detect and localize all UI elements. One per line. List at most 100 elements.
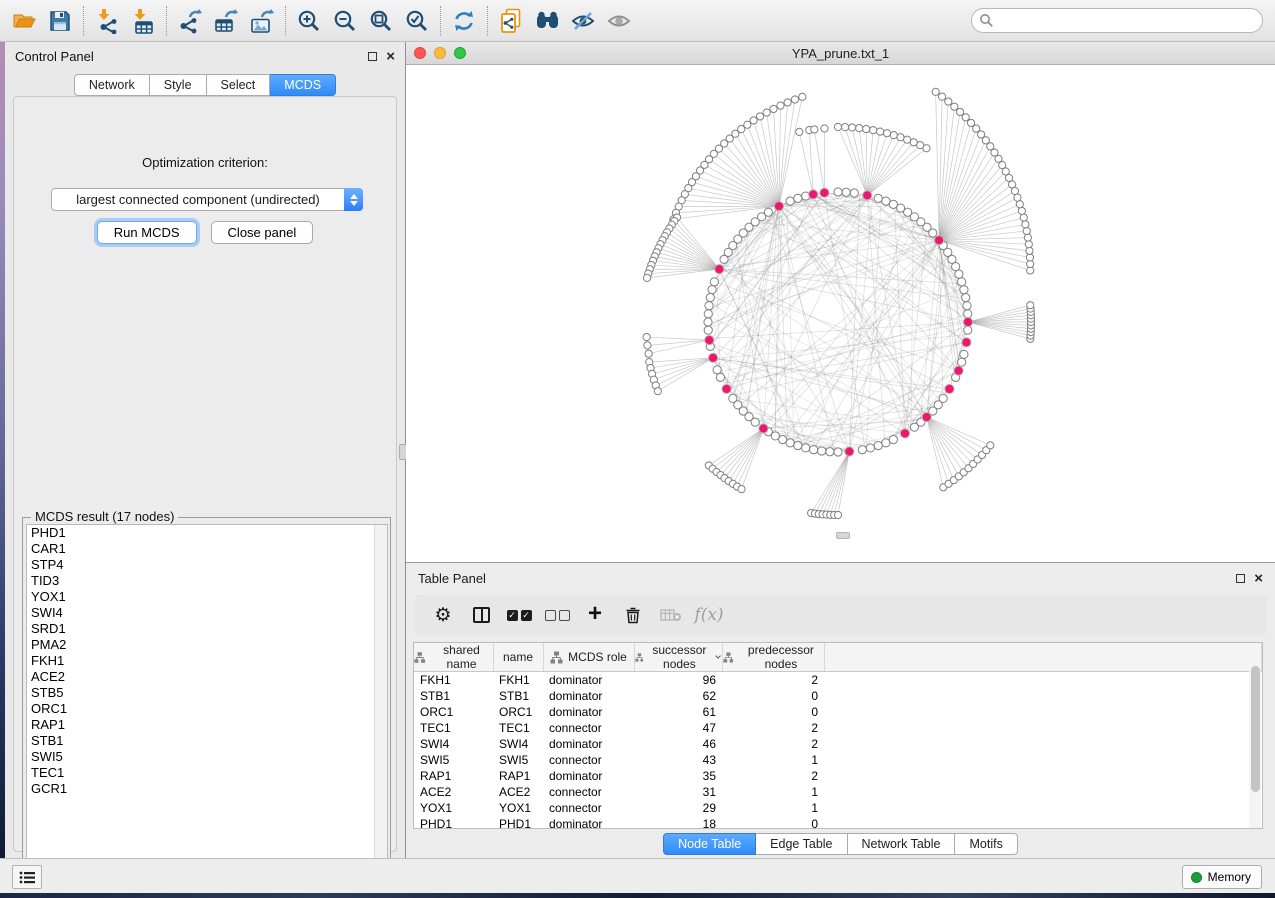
table-cell[interactable]: ACE2 (414, 784, 493, 800)
run-mcds-button[interactable]: Run MCDS (97, 221, 197, 244)
column-header-mcds-role[interactable]: MCDS role (543, 643, 634, 672)
zoom-out-button[interactable] (327, 4, 363, 38)
table-cell[interactable]: connector (543, 784, 634, 800)
table-cell[interactable]: ORC1 (414, 704, 493, 720)
table-cell[interactable]: 2 (722, 720, 824, 736)
leaf-node[interactable] (849, 124, 856, 131)
mcds-result-item[interactable]: PMA2 (27, 637, 387, 653)
tab-motifs[interactable]: Motifs (955, 833, 1017, 855)
network-node[interactable] (818, 447, 826, 455)
mcds-result-item[interactable]: SRD1 (27, 621, 387, 637)
zoom-fit-button[interactable] (363, 4, 399, 38)
table-row[interactable]: ORC1ORC1dominator610 (414, 704, 1262, 720)
mcds-node[interactable] (715, 265, 724, 274)
network-node[interactable] (786, 197, 794, 205)
table-row[interactable]: FKH1FKH1dominator962 (414, 672, 1262, 688)
select-all-rows-button[interactable]: ✓✓ (504, 600, 534, 630)
mcds-result-item[interactable]: STP4 (27, 557, 387, 573)
mcds-result-item[interactable]: ACE2 (27, 669, 387, 685)
table-row[interactable]: SWI5SWI5connector431 (414, 752, 1262, 768)
tab-edge-table[interactable]: Edge Table (756, 833, 847, 855)
tab-network[interactable]: Network (74, 74, 150, 96)
mcds-node[interactable] (900, 429, 909, 438)
network-node[interactable] (874, 442, 882, 450)
table-row[interactable]: PHD1PHD1dominator180 (414, 816, 1262, 830)
network-node[interactable] (889, 436, 897, 444)
table-cell[interactable]: 1 (722, 784, 824, 800)
network-node[interactable] (960, 350, 968, 358)
network-node[interactable] (955, 270, 963, 278)
leaf-node[interactable] (1024, 234, 1031, 241)
table-row[interactable]: RAP1RAP1dominator352 (414, 768, 1262, 784)
network-node[interactable] (708, 286, 716, 294)
table-cell[interactable]: 47 (634, 720, 722, 736)
mcds-result-item[interactable]: TID3 (27, 573, 387, 589)
import-network-button[interactable] (89, 4, 125, 38)
network-node[interactable] (720, 255, 728, 263)
table-cell[interactable]: 31 (634, 784, 722, 800)
mcds-result-item[interactable]: CAR1 (27, 541, 387, 557)
float-panel-icon[interactable] (368, 52, 377, 61)
binoculars-search-button[interactable] (529, 4, 565, 38)
network-node[interactable] (704, 310, 712, 318)
network-node[interactable] (779, 436, 787, 444)
leaf-node[interactable] (987, 442, 994, 449)
leaf-node[interactable] (890, 132, 897, 139)
network-node[interactable] (889, 200, 897, 208)
save-session-button[interactable] (42, 4, 78, 38)
mcds-result-item[interactable]: SWI4 (27, 605, 387, 621)
tab-node-table[interactable]: Node Table (663, 833, 756, 855)
table-cell[interactable]: 43 (634, 752, 722, 768)
mcds-result-item[interactable]: SWI5 (27, 749, 387, 765)
leaf-node[interactable] (777, 102, 784, 109)
table-cell[interactable]: dominator (543, 768, 634, 784)
mcds-node[interactable] (863, 191, 872, 200)
export-network-button[interactable] (172, 4, 208, 38)
zoom-in-button[interactable] (291, 4, 327, 38)
network-node[interactable] (713, 366, 721, 374)
leaf-node[interactable] (1025, 241, 1032, 248)
tab-network-table[interactable]: Network Table (848, 833, 956, 855)
leaf-node[interactable] (821, 125, 828, 132)
table-cell[interactable]: SWI4 (414, 736, 493, 752)
mcds-list-scrollbar[interactable] (374, 525, 387, 885)
column-header-name[interactable]: name (493, 643, 543, 672)
network-node[interactable] (964, 310, 972, 318)
mcds-result-list[interactable]: PHD1CAR1STP4TID3YOX1SWI4SRD1PMA2FKH1ACE2… (26, 524, 388, 886)
leaf-node[interactable] (738, 486, 745, 493)
table-scrollbar-thumb[interactable] (1251, 666, 1260, 792)
network-node[interactable] (826, 448, 834, 456)
table-cell[interactable]: SWI4 (493, 736, 543, 752)
leaf-node[interactable] (756, 113, 763, 120)
table-cell[interactable]: 61 (634, 704, 722, 720)
leaf-node[interactable] (1016, 201, 1023, 208)
network-node[interactable] (786, 439, 794, 447)
leaf-node[interactable] (834, 511, 841, 518)
leaf-node[interactable] (791, 96, 798, 103)
mcds-node[interactable] (962, 338, 971, 347)
mcds-node[interactable] (922, 412, 931, 421)
leaf-node[interactable] (784, 99, 791, 106)
network-node[interactable] (962, 294, 970, 302)
table-cell[interactable]: 0 (722, 816, 824, 830)
network-node[interactable] (810, 446, 818, 454)
leaf-node[interactable] (967, 119, 974, 126)
leaf-node[interactable] (645, 350, 652, 357)
tab-mcds[interactable]: MCDS (270, 74, 336, 96)
leaf-node[interactable] (1023, 227, 1030, 234)
share-document-button[interactable] (493, 4, 529, 38)
leaf-node[interactable] (1026, 247, 1033, 254)
mcds-node[interactable] (963, 317, 972, 326)
mcds-node[interactable] (708, 353, 717, 362)
leaf-node[interactable] (957, 108, 964, 115)
leaf-node[interactable] (932, 88, 939, 95)
table-cell[interactable]: ACE2 (493, 784, 543, 800)
leaf-node[interactable] (796, 128, 803, 135)
minimize-window-light[interactable] (434, 47, 446, 59)
delete-column-button[interactable] (618, 600, 648, 630)
leaf-node[interactable] (938, 93, 945, 100)
table-cell[interactable]: dominator (543, 672, 634, 688)
table-cell[interactable]: 35 (634, 768, 722, 784)
table-cell[interactable]: 2 (722, 768, 824, 784)
add-column-button[interactable]: + (580, 600, 610, 630)
